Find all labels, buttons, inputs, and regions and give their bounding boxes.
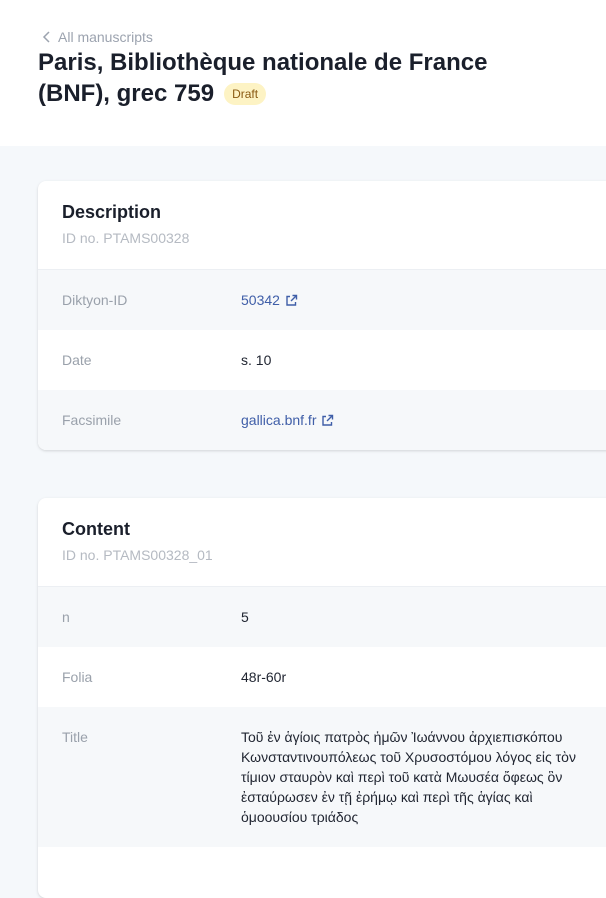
external-link-icon [322, 414, 334, 426]
status-badge: Draft [224, 83, 267, 105]
content-card-header: Content ID no. PTAMS00328_01 [38, 498, 606, 587]
back-link[interactable]: All manuscripts [42, 29, 153, 45]
diktyon-link[interactable]: 50342 [241, 292, 298, 308]
row-label: Folia [62, 669, 93, 685]
date-value: s. 10 [241, 352, 272, 368]
description-card-header: Description ID no. PTAMS00328 [38, 181, 606, 270]
facsimile-link-text: gallica.bnf.fr [241, 412, 317, 428]
row-diktyon: Diktyon-ID 50342 [38, 270, 606, 330]
content-title: Content [62, 519, 130, 539]
diktyon-link-text: 50342 [241, 292, 280, 308]
row-label: Title [62, 729, 88, 745]
content-id: ID no. PTAMS00328_01 [62, 547, 213, 563]
external-link-icon [286, 294, 298, 306]
n-value: 5 [241, 609, 249, 625]
description-title: Description [62, 202, 162, 222]
row-title: Title Τοῦ ἐν ἁγίοις πατρὸς ἡμῶν Ἰωάννου … [38, 707, 606, 847]
row-n: n 5 [38, 587, 606, 647]
description-card: Description ID no. PTAMS00328 Diktyon-ID… [38, 181, 606, 450]
back-link-label: All manuscripts [58, 29, 153, 45]
content-card: Content ID no. PTAMS00328_01 n 5 Folia 4… [38, 498, 606, 898]
description-id: ID no. PTAMS00328 [62, 230, 190, 246]
row-folia: Folia 48r-60r [38, 647, 606, 707]
page-title: Paris, Bibliothèque nationale de France … [38, 47, 558, 109]
row-date: Date s. 10 [38, 330, 606, 390]
title-value: Τοῦ ἐν ἁγίοις πατρὸς ἡμῶν Ἰωάννου ἀρχιεπ… [241, 729, 576, 825]
row-label: Date [62, 352, 92, 368]
row-label: Diktyon-ID [62, 292, 128, 308]
facsimile-link[interactable]: gallica.bnf.fr [241, 412, 334, 428]
chevron-left-icon [42, 31, 50, 43]
row-label: n [62, 609, 70, 625]
folia-value: 48r-60r [241, 669, 287, 685]
row-facsimile: Facsimile gallica.bnf.fr [38, 390, 606, 450]
row-label: Facsimile [62, 412, 122, 428]
page-header: All manuscripts Paris, Bibliothèque nati… [0, 0, 606, 146]
